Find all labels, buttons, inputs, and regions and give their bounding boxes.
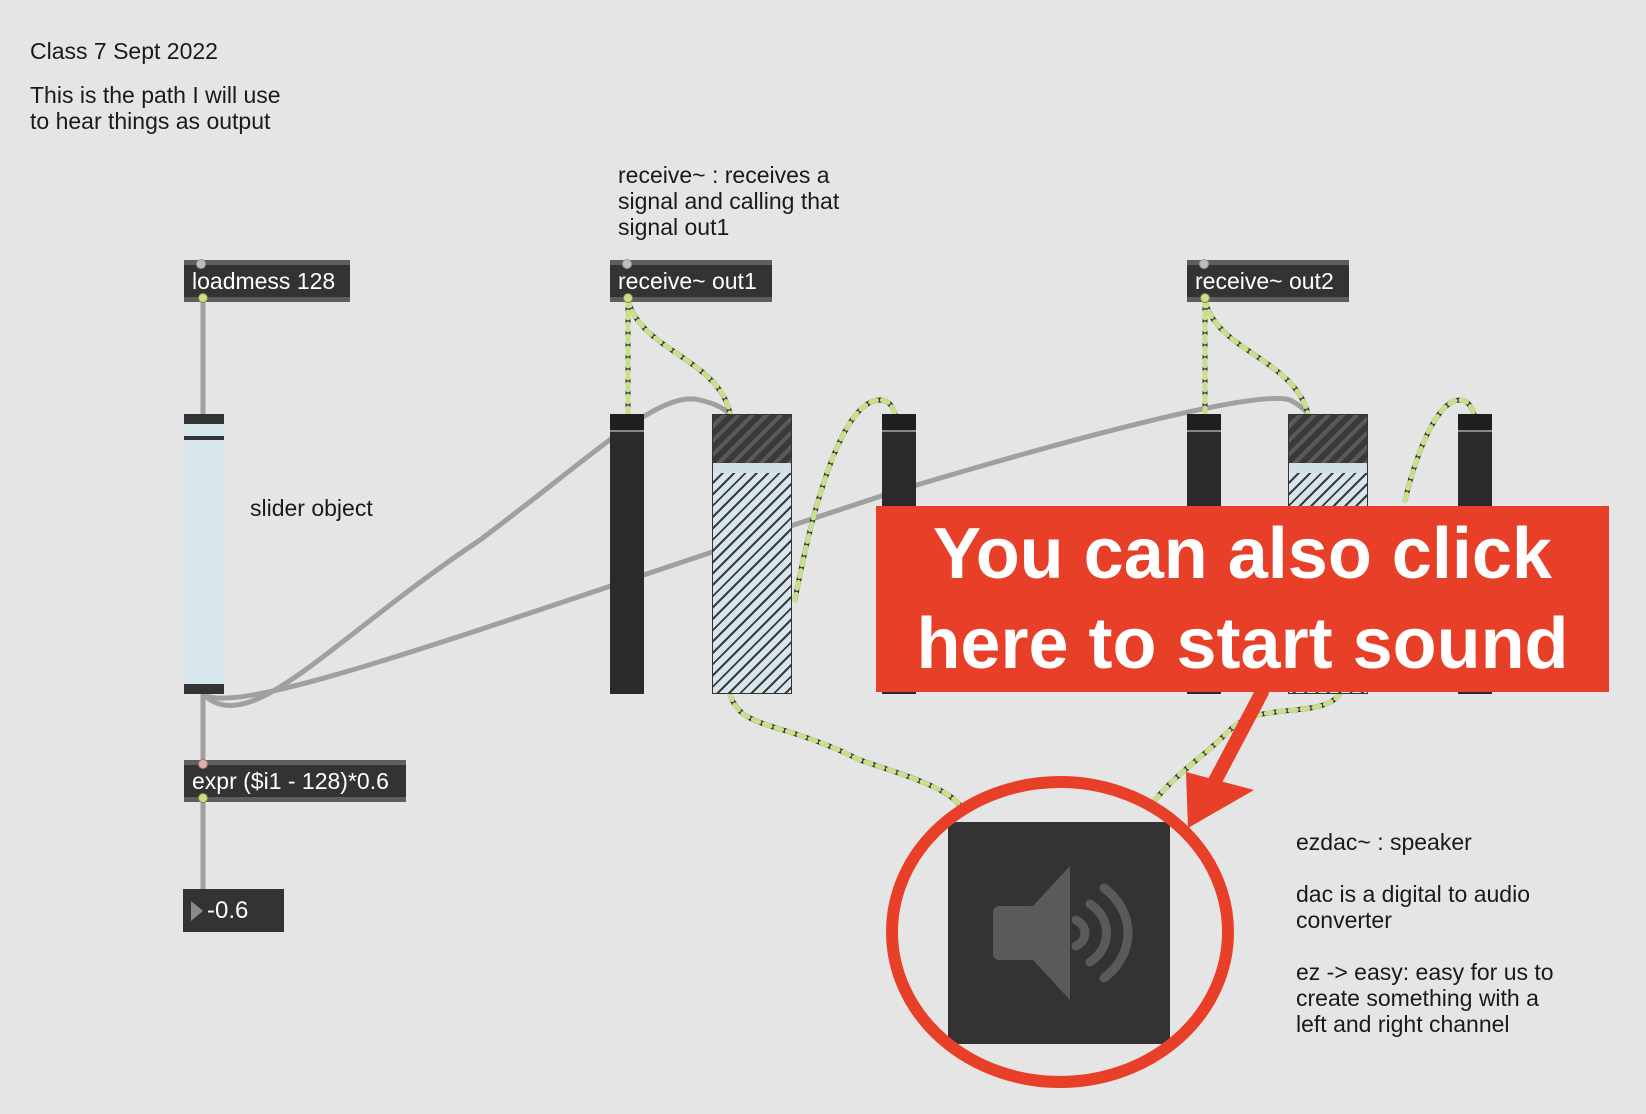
callout-banner: You can also click here to start sound	[876, 506, 1609, 692]
highlight-circle	[886, 776, 1234, 1088]
